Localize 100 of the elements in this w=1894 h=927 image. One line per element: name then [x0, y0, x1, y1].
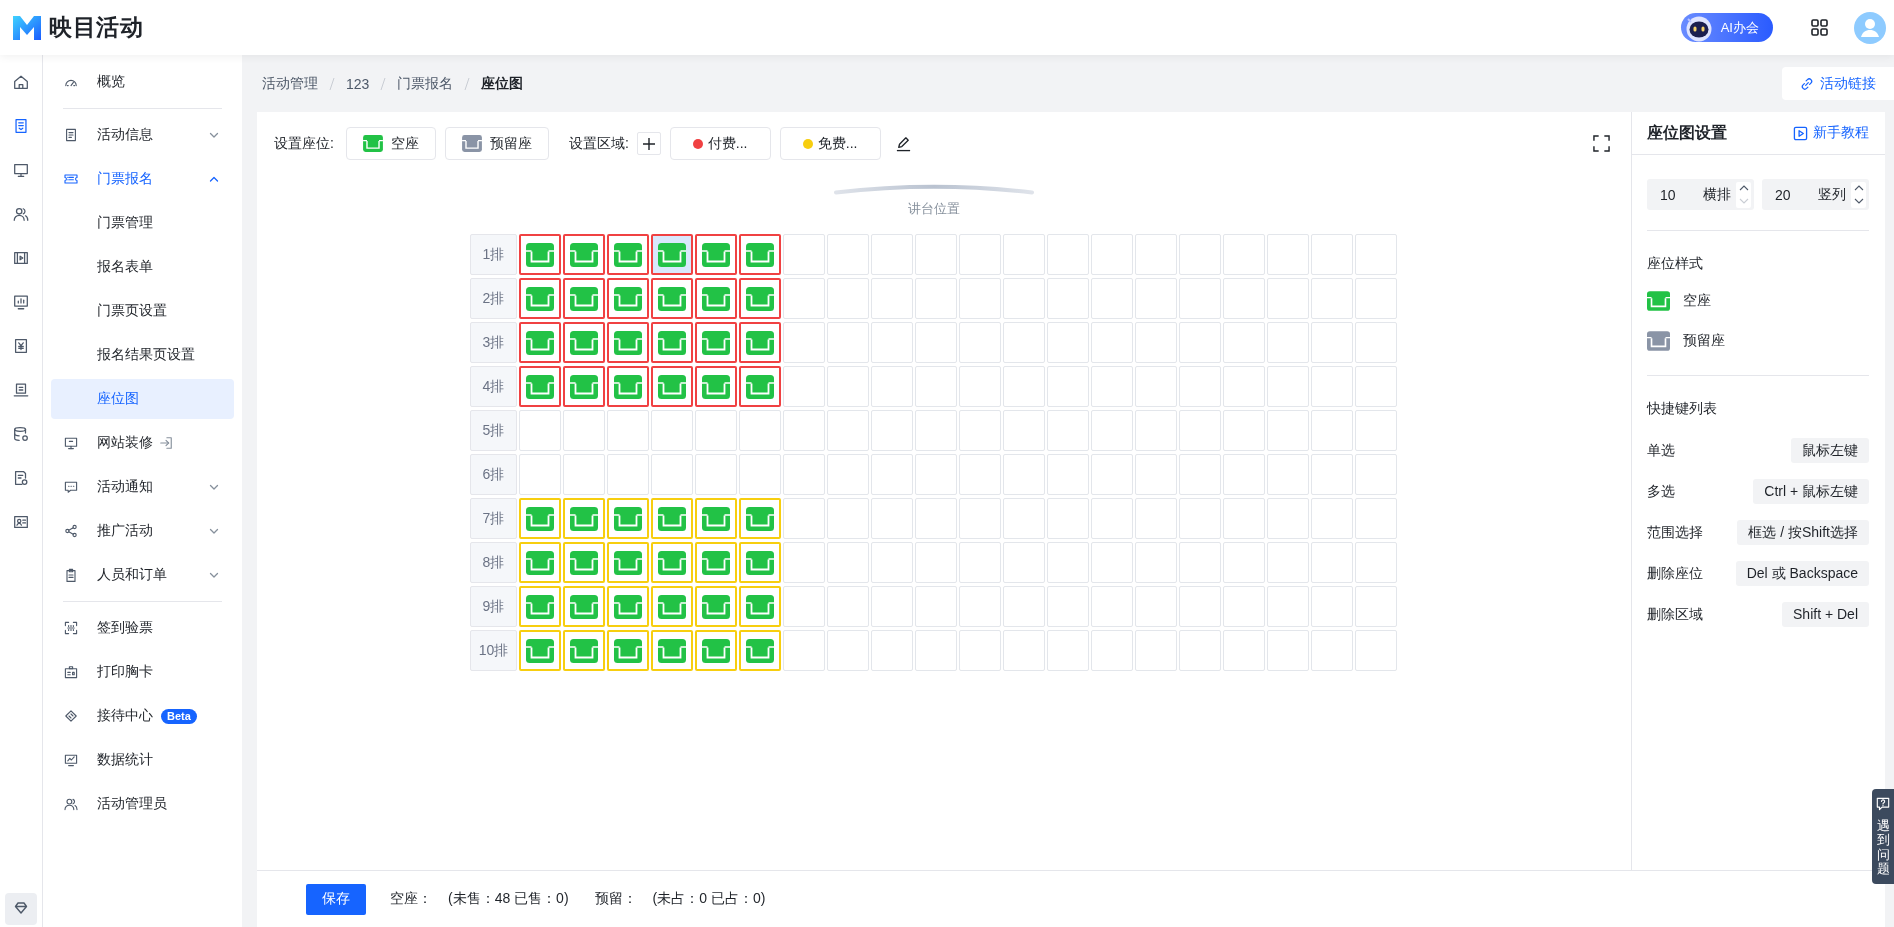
seat-cell[interactable]	[695, 234, 737, 275]
empty-cell[interactable]	[1223, 454, 1265, 495]
empty-cell[interactable]	[739, 410, 781, 451]
empty-cell[interactable]	[1355, 498, 1397, 539]
empty-cell[interactable]	[1091, 410, 1133, 451]
sidebar-subitem[interactable]: 门票页设置	[51, 291, 234, 331]
empty-cell[interactable]	[783, 366, 825, 407]
monitor-icon[interactable]	[12, 161, 30, 179]
empty-cell[interactable]	[651, 454, 693, 495]
stepper-control[interactable]	[1851, 181, 1866, 208]
sidebar-item[interactable]: 门票报名	[51, 159, 234, 199]
empty-cell[interactable]	[1003, 410, 1045, 451]
seat-cell[interactable]	[651, 234, 693, 275]
empty-cell[interactable]	[1223, 410, 1265, 451]
seat-cell[interactable]	[563, 234, 605, 275]
empty-cell[interactable]	[1311, 322, 1353, 363]
empty-cell[interactable]	[915, 410, 957, 451]
document-settings-icon[interactable]	[12, 469, 30, 487]
empty-cell[interactable]	[1135, 322, 1177, 363]
empty-cell[interactable]	[1003, 234, 1045, 275]
empty-cell[interactable]	[1311, 366, 1353, 407]
sidebar-item[interactable]: 接待中心 Beta	[51, 696, 234, 736]
empty-cell[interactable]	[1267, 366, 1309, 407]
sidebar-subitem[interactable]: 门票管理	[51, 203, 234, 243]
empty-cell[interactable]	[1223, 322, 1265, 363]
empty-cell[interactable]	[959, 498, 1001, 539]
empty-cell[interactable]	[651, 410, 693, 451]
sidebar-item[interactable]: 推广活动	[51, 511, 234, 551]
empty-cell[interactable]	[1047, 278, 1089, 319]
empty-cell[interactable]	[959, 278, 1001, 319]
empty-cell[interactable]	[1135, 498, 1177, 539]
empty-cell[interactable]	[871, 630, 913, 671]
seat-cell[interactable]	[651, 366, 693, 407]
tutorial-link[interactable]: 新手教程	[1793, 124, 1869, 142]
empty-cell[interactable]	[1179, 322, 1221, 363]
empty-cell[interactable]	[1355, 542, 1397, 583]
empty-cell[interactable]	[1003, 278, 1045, 319]
seat-cell[interactable]	[563, 278, 605, 319]
empty-cell[interactable]	[1179, 278, 1221, 319]
empty-cell[interactable]	[607, 454, 649, 495]
empty-cell[interactable]	[1047, 322, 1089, 363]
empty-cell[interactable]	[915, 542, 957, 583]
empty-cell[interactable]	[871, 498, 913, 539]
empty-cell[interactable]	[1091, 366, 1133, 407]
empty-cell[interactable]	[871, 542, 913, 583]
seat-cell[interactable]	[739, 322, 781, 363]
empty-cell[interactable]	[959, 542, 1001, 583]
empty-cell[interactable]	[1355, 586, 1397, 627]
empty-cell[interactable]	[783, 234, 825, 275]
sidebar-item[interactable]: 网站装修	[51, 423, 234, 463]
empty-cell[interactable]	[1091, 234, 1133, 275]
empty-cell[interactable]	[563, 410, 605, 451]
breadcrumb-link[interactable]: 门票报名	[397, 74, 454, 93]
empty-cell[interactable]	[1135, 542, 1177, 583]
pencil-icon[interactable]	[894, 135, 912, 152]
users-icon[interactable]	[12, 205, 30, 223]
seat-cell[interactable]	[519, 278, 561, 319]
seat-cell[interactable]	[695, 278, 737, 319]
seat-cell[interactable]	[563, 366, 605, 407]
empty-cell[interactable]	[1311, 542, 1353, 583]
sidebar-item[interactable]: 概览	[51, 62, 234, 102]
empty-cell[interactable]	[1003, 498, 1045, 539]
empty-cell[interactable]	[1047, 542, 1089, 583]
sidebar-item[interactable]: 签到验票	[51, 608, 234, 648]
breadcrumb-link[interactable]: 123	[346, 75, 370, 92]
empty-cell[interactable]	[519, 410, 561, 451]
empty-cell[interactable]	[1047, 586, 1089, 627]
empty-cell[interactable]	[1135, 366, 1177, 407]
sidebar-item[interactable]: 活动通知	[51, 467, 234, 507]
empty-cell[interactable]	[1135, 586, 1177, 627]
empty-cell[interactable]	[1267, 322, 1309, 363]
sidebar-subitem[interactable]: 座位图	[51, 379, 234, 419]
seat-cell[interactable]	[739, 366, 781, 407]
empty-cell[interactable]	[871, 366, 913, 407]
empty-cell[interactable]	[1267, 278, 1309, 319]
empty-cell[interactable]	[1047, 234, 1089, 275]
empty-cell[interactable]	[1047, 630, 1089, 671]
empty-cell[interactable]	[1355, 454, 1397, 495]
seat-cell[interactable]	[607, 322, 649, 363]
empty-cell[interactable]	[1355, 322, 1397, 363]
row-count-field[interactable]: 10 横排	[1647, 179, 1754, 210]
video-icon[interactable]	[12, 249, 30, 267]
empty-cell[interactable]	[959, 234, 1001, 275]
empty-cell[interactable]	[959, 366, 1001, 407]
empty-cell[interactable]	[783, 410, 825, 451]
empty-cell[interactable]	[739, 454, 781, 495]
empty-cell[interactable]	[915, 498, 957, 539]
seat-cell[interactable]	[651, 278, 693, 319]
empty-cell[interactable]	[1179, 586, 1221, 627]
empty-cell[interactable]	[1311, 410, 1353, 451]
empty-cell[interactable]	[1091, 542, 1133, 583]
empty-cell[interactable]	[1179, 498, 1221, 539]
empty-cell[interactable]	[827, 278, 869, 319]
empty-cell[interactable]	[607, 410, 649, 451]
empty-cell[interactable]	[915, 586, 957, 627]
empty-cell[interactable]	[695, 410, 737, 451]
empty-cell[interactable]	[783, 454, 825, 495]
empty-cell[interactable]	[783, 630, 825, 671]
area-button[interactable]: 免费...	[779, 127, 881, 160]
empty-cell[interactable]	[1267, 498, 1309, 539]
